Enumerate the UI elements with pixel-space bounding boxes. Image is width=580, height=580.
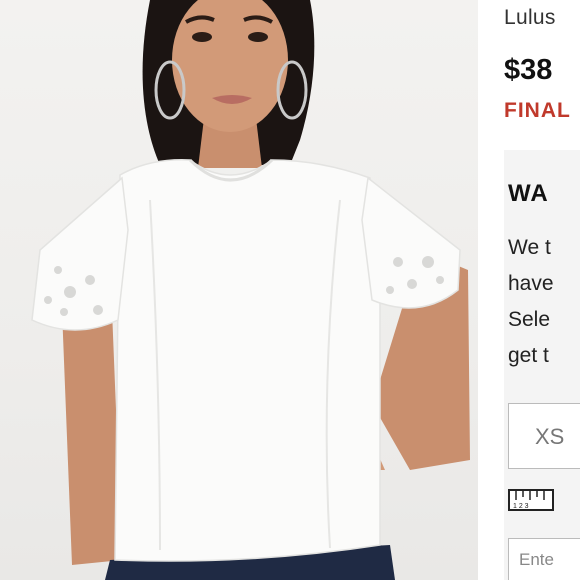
brand-name[interactable]: Lulus	[504, 6, 556, 30]
panel-text-line: have	[508, 272, 554, 295]
panel-title: WA	[508, 180, 549, 207]
svg-text:1 2 3: 1 2 3	[513, 503, 529, 510]
notify-panel: WA We t have Sele get t XS 1 2 3	[504, 150, 580, 580]
panel-text-line: get t	[508, 344, 549, 367]
product-price: $38	[504, 54, 553, 86]
panel-text-line: Sele	[508, 308, 551, 331]
product-info-column: Lulus $38 FINAL WA We t have Sele get t …	[478, 0, 580, 580]
size-option-xs[interactable]: XS	[508, 403, 580, 469]
product-photo-illustration	[31, 0, 470, 580]
email-input[interactable]	[508, 538, 580, 580]
panel-text-line: We t	[508, 236, 551, 259]
ruler-icon[interactable]: 1 2 3	[508, 488, 554, 512]
final-sale-label: FINAL	[504, 99, 571, 122]
product-photo[interactable]	[0, 0, 478, 580]
